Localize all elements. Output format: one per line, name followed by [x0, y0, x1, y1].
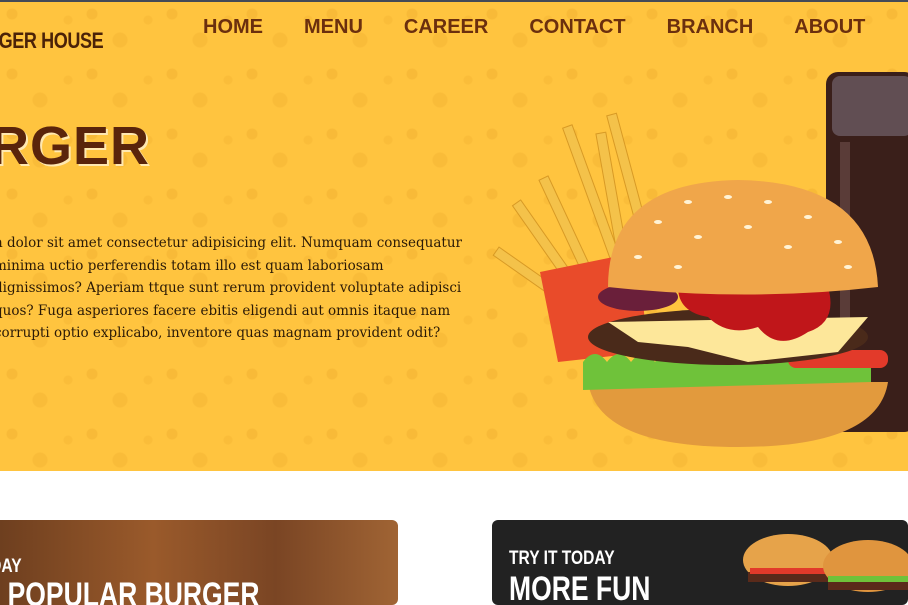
promo-kicker: ODAY: [0, 556, 22, 577]
nav-home[interactable]: HOME: [203, 16, 263, 39]
brand-logo[interactable]: RGER HOUSE: [0, 28, 104, 54]
promo-card-popular-burger[interactable]: ODAY T POPULAR BURGER: [0, 520, 398, 605]
nav-contact[interactable]: CONTACT: [529, 16, 625, 39]
burgers-image: [743, 534, 908, 592]
nav-menu[interactable]: MENU: [304, 16, 363, 39]
main-nav: HOME MENU CAREER CONTACT BRANCH ABOUT: [203, 16, 906, 39]
nav-about[interactable]: ABOUT: [794, 16, 865, 39]
hero-section: RGER HOUSE HOME MENU CAREER CONTACT BRAN…: [0, 0, 908, 471]
promo-kicker: TRY IT TODAY: [509, 548, 615, 569]
nav-career[interactable]: CAREER: [404, 16, 488, 39]
promo-card-more-fun[interactable]: TRY IT TODAY MORE FUN: [492, 520, 908, 605]
nav-branch[interactable]: BRANCH: [667, 16, 754, 39]
burger-fries-drink-image: [492, 72, 908, 447]
promo-heading: T POPULAR BURGER: [0, 576, 260, 605]
hero-title: RGER: [0, 116, 151, 176]
hero-description: n dolor sit amet consectetur adipisicing…: [0, 235, 462, 341]
promo-heading: MORE FUN: [509, 570, 651, 605]
